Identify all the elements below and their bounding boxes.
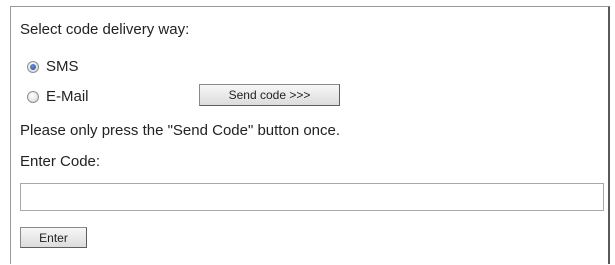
- enter-code-label: Enter Code:: [20, 153, 101, 170]
- delivery-heading: Select code delivery way:: [20, 21, 190, 38]
- code-input[interactable]: [20, 183, 604, 211]
- delivery-option-sms[interactable]: SMS: [27, 58, 79, 75]
- radio-sms-label: SMS: [46, 58, 79, 75]
- delivery-option-email[interactable]: E-Mail: [27, 88, 89, 105]
- radio-email[interactable]: [27, 90, 39, 103]
- radio-email-label: E-Mail: [46, 88, 89, 105]
- enter-button[interactable]: Enter: [20, 227, 87, 248]
- radio-sms[interactable]: [27, 60, 39, 73]
- send-once-note: Please only press the "Send Code" button…: [20, 122, 341, 139]
- send-code-button[interactable]: Send code >>>: [199, 84, 340, 106]
